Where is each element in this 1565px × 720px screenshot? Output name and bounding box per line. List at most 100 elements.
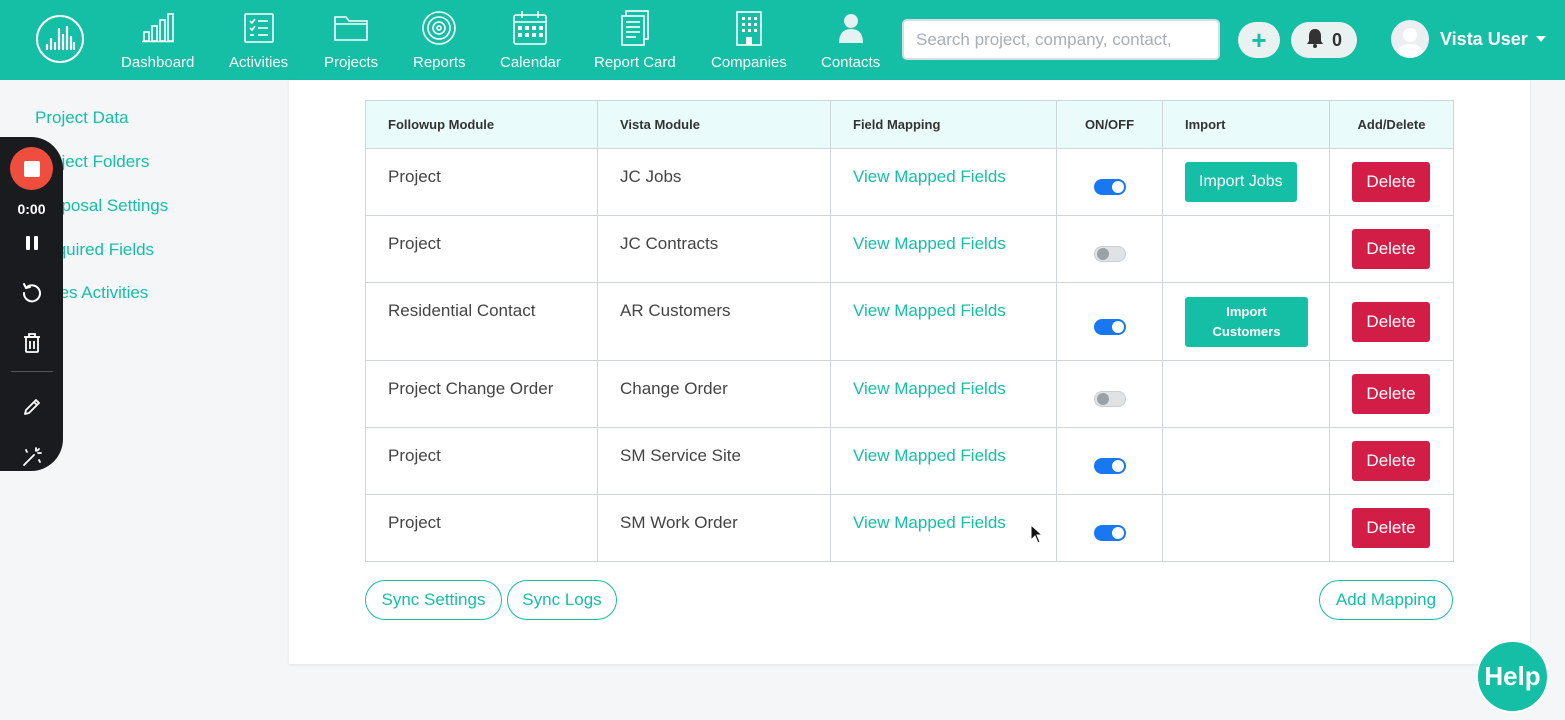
import-cell-empty [1162, 427, 1330, 495]
column-header: Field Mapping [830, 100, 1057, 149]
view-mapped-fields-link[interactable]: View Mapped Fields [853, 234, 1006, 253]
stop-icon [23, 160, 40, 177]
table-row: Residential Contact AR Customers View Ma… [365, 282, 1454, 361]
sync-logs-button[interactable]: Sync Logs [507, 580, 617, 620]
table-row: Project SM Service Site View Mapped Fiel… [365, 427, 1454, 495]
vista-module-cell: Change Order [597, 360, 831, 428]
nav-contacts[interactable]: Contacts [821, 10, 880, 74]
followup-module-cell: Project Change Order [365, 360, 598, 428]
delete-button[interactable]: Delete [1352, 229, 1430, 269]
bar-chart-icon [138, 10, 178, 46]
screen-recorder-toolbar: 0:00 [0, 137, 63, 471]
bell-icon [1306, 28, 1324, 53]
target-icon [419, 10, 459, 46]
sync-toggle[interactable] [1093, 525, 1126, 541]
sync-toggle[interactable] [1093, 246, 1126, 262]
checklist-icon [239, 10, 279, 46]
search-input[interactable] [902, 19, 1220, 60]
person-icon [831, 10, 871, 46]
view-mapped-fields-link[interactable]: View Mapped Fields [853, 446, 1006, 465]
user-menu[interactable]: Vista User [1440, 29, 1528, 50]
column-header: Add/Delete [1329, 100, 1454, 149]
notifications-button[interactable]: 0 [1291, 22, 1357, 58]
sync-toggle[interactable] [1093, 458, 1126, 474]
recording-timer: 0:00 [17, 201, 46, 217]
followup-module-cell: Project [365, 215, 598, 283]
vista-module-cell: JC Contracts [597, 215, 831, 283]
chevron-down-icon[interactable] [1536, 36, 1546, 42]
nav-label: Projects [324, 54, 379, 71]
delete-button[interactable]: Delete [1352, 441, 1430, 481]
sync-toggle[interactable] [1093, 391, 1126, 407]
view-mapped-fields-link[interactable]: View Mapped Fields [853, 513, 1006, 532]
trash-icon[interactable] [19, 330, 45, 356]
column-header: Followup Module [365, 100, 598, 149]
vista-module-cell: SM Work Order [597, 494, 831, 562]
module-mapping-table: Followup Module Vista Module Field Mappi… [365, 100, 1454, 562]
magic-wand-icon[interactable] [19, 444, 45, 470]
vista-module-cell: JC Jobs [597, 148, 831, 216]
avatar[interactable] [1391, 20, 1429, 58]
vista-module-cell: AR Customers [597, 282, 831, 361]
followup-module-cell: Project [365, 148, 598, 216]
table-row: Project JC Contracts View Mapped Fields … [365, 215, 1454, 283]
view-mapped-fields-link[interactable]: View Mapped Fields [853, 379, 1006, 398]
sync-toggle[interactable] [1093, 179, 1126, 195]
nav-label: Activities [229, 54, 289, 71]
document-icon [615, 10, 655, 46]
building-icon [729, 10, 769, 46]
app-logo[interactable] [36, 15, 84, 63]
import-cell-empty [1162, 494, 1330, 562]
nav-projects[interactable]: Projects [324, 10, 378, 74]
nav-label: Companies [711, 54, 787, 71]
mouse-cursor-icon [1030, 523, 1044, 549]
delete-button[interactable]: Delete [1352, 508, 1430, 548]
stop-recording-button[interactable] [10, 147, 53, 190]
followup-module-cell: Project [365, 494, 598, 562]
table-row: Project Change Order Change Order View M… [365, 360, 1454, 428]
nav-reports[interactable]: Reports [413, 10, 466, 74]
nav-report-card[interactable]: Report Card [594, 10, 676, 74]
sidebar-item-project-data[interactable]: Project Data [35, 108, 129, 128]
folder-icon [331, 10, 371, 46]
sidebar-item-people[interactable]: People [35, 64, 88, 80]
followup-module-cell: Residential Contact [365, 282, 598, 361]
table-row: Project SM Work Order View Mapped Fields… [365, 494, 1454, 562]
nav-label: Reports [413, 54, 466, 71]
import-jobs-button[interactable]: Import Jobs [1185, 162, 1297, 202]
sync-toggle[interactable] [1093, 318, 1126, 335]
import-cell-empty [1162, 360, 1330, 428]
column-header: ON/OFF [1056, 100, 1163, 149]
help-button[interactable]: Help [1476, 640, 1549, 713]
view-mapped-fields-link[interactable]: View Mapped Fields [853, 301, 1006, 320]
nav-companies[interactable]: Companies [711, 10, 787, 74]
nav-activities[interactable]: Activities [229, 10, 288, 74]
table-row: Project JC Jobs View Mapped Fields Impor… [365, 148, 1454, 216]
table-header-row: Followup Module Vista Module Field Mappi… [365, 100, 1454, 149]
divider [11, 371, 53, 372]
nav-label: Report Card [594, 54, 676, 71]
add-mapping-button[interactable]: Add Mapping [1319, 580, 1453, 620]
import-cell-empty [1162, 215, 1330, 283]
restart-icon[interactable] [19, 279, 45, 305]
vista-module-cell: SM Service Site [597, 427, 831, 495]
notification-count: 0 [1331, 29, 1342, 50]
nav-label: Dashboard [121, 54, 195, 71]
followup-module-cell: Project [365, 427, 598, 495]
nav-label: Calendar [500, 54, 561, 71]
add-button[interactable]: + [1238, 22, 1280, 58]
view-mapped-fields-link[interactable]: View Mapped Fields [853, 167, 1006, 186]
sync-settings-button[interactable]: Sync Settings [365, 580, 502, 620]
nav-calendar[interactable]: Calendar [500, 10, 561, 74]
delete-button[interactable]: Delete [1352, 301, 1430, 342]
column-header: Vista Module [597, 100, 831, 149]
import-customers-button[interactable]: Import Customers [1185, 296, 1308, 347]
nav-label: Contacts [821, 54, 881, 71]
nav-dashboard[interactable]: Dashboard [121, 10, 194, 74]
pencil-icon[interactable] [19, 394, 45, 420]
delete-button[interactable]: Delete [1352, 162, 1430, 202]
pause-icon[interactable] [19, 230, 45, 256]
calendar-icon [510, 10, 550, 46]
column-header: Import [1162, 100, 1330, 149]
delete-button[interactable]: Delete [1352, 374, 1430, 414]
